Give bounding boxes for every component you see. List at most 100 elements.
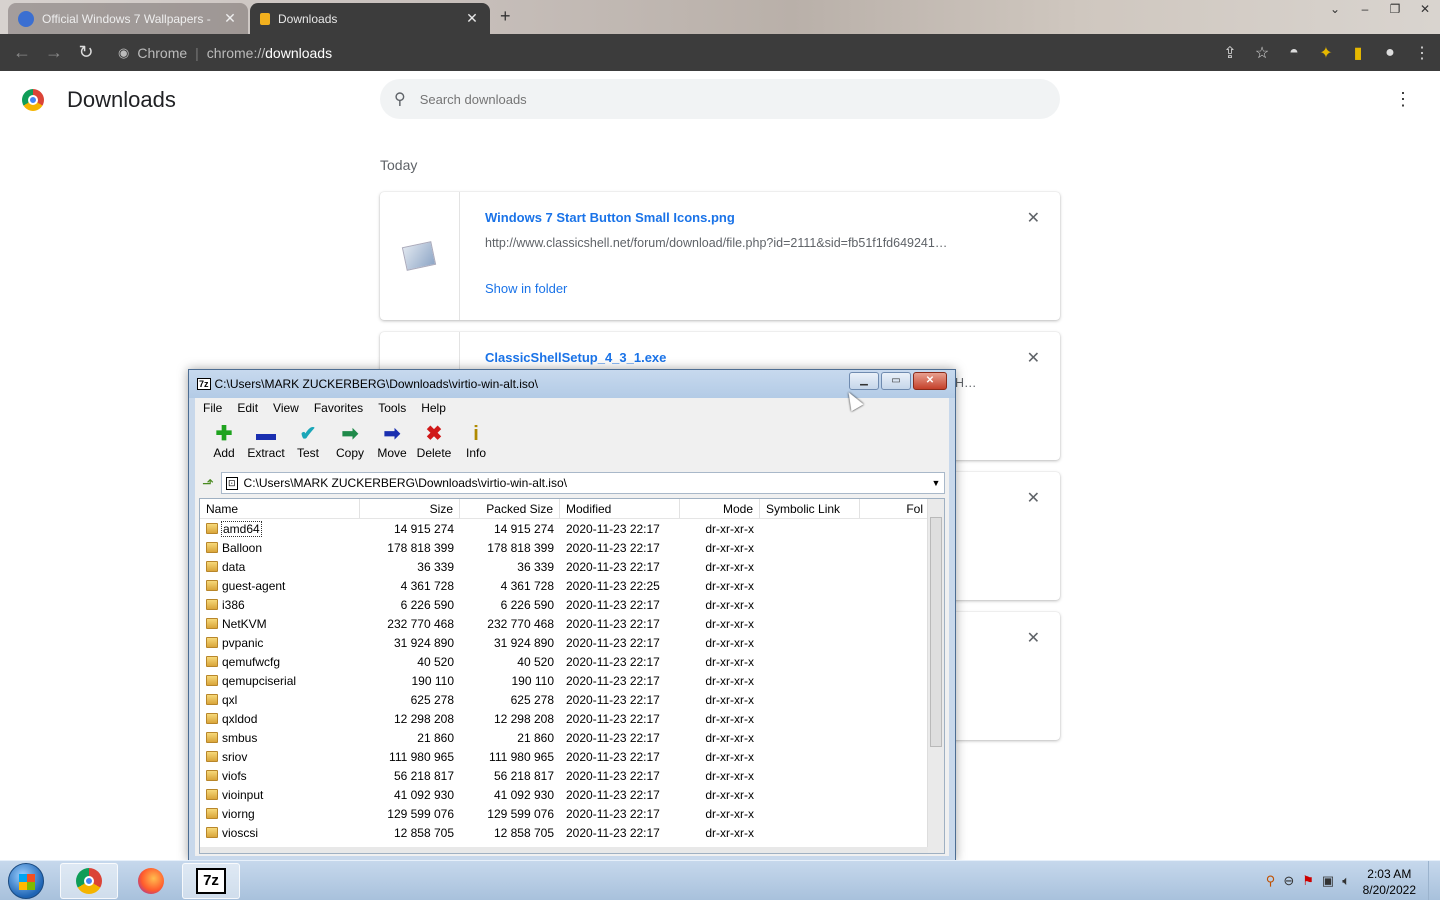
cell-size: 6 226 590 bbox=[400, 597, 454, 612]
new-tab-button[interactable]: + bbox=[500, 6, 511, 27]
search-box[interactable]: ⚲ bbox=[380, 79, 1060, 119]
maximize-button[interactable]: ▭ bbox=[881, 372, 911, 390]
forward-icon[interactable]: → bbox=[38, 42, 70, 63]
folder-icon bbox=[206, 542, 218, 553]
column-modified[interactable]: Modified bbox=[560, 499, 680, 518]
window-title-bar[interactable]: 7z C:\Users\MARK ZUCKERBERG\Downloads\vi… bbox=[189, 370, 955, 398]
file-url[interactable]: http://www.classicshell.net/forum/downlo… bbox=[485, 236, 947, 250]
table-row[interactable]: guest-agent 4 361 728 4 361 728 2020-11-23 … bbox=[200, 576, 944, 595]
volume-icon[interactable]: 🔈︎ bbox=[1342, 873, 1350, 889]
table-row[interactable]: qxldod 12 298 208 12 298 208 2020-11-23 22:… bbox=[200, 709, 944, 728]
info-button[interactable]: i Info bbox=[455, 422, 497, 460]
column-packed-size[interactable]: Packed Size bbox=[460, 499, 560, 518]
back-icon[interactable]: ← bbox=[6, 42, 38, 63]
address-bar[interactable]: ◉ Chrome | chrome://downloads bbox=[118, 39, 332, 67]
show-desktop-button[interactable] bbox=[1428, 861, 1440, 900]
table-row[interactable]: NetKVM 232 770 468 232 770 468 2020-11-23 2… bbox=[200, 614, 944, 633]
table-row[interactable]: qxl 625 278 625 278 2020-11-23 22:17 dr-xr-x… bbox=[200, 690, 944, 709]
path-bar: ⬏ ⊡ C:\Users\MARK ZUCKERBERG\Downloads\v… bbox=[195, 470, 949, 496]
avatar[interactable]: ● bbox=[1382, 44, 1398, 62]
reload-icon[interactable]: ↻ bbox=[70, 42, 102, 63]
taskbar-7zip[interactable]: 7z bbox=[182, 863, 240, 899]
tab-search-icon[interactable]: ⌄ bbox=[1320, 0, 1350, 20]
horizontal-scrollbar[interactable] bbox=[200, 847, 928, 853]
table-row[interactable]: data 36 339 36 339 2020-11-23 22:17 dr-xr-xr… bbox=[200, 557, 944, 576]
table-row[interactable]: qemufwcfg 40 520 40 520 2020-11-23 22:17 dr-… bbox=[200, 652, 944, 671]
bookmark-star-icon[interactable]: ☆ bbox=[1254, 43, 1270, 63]
remove-icon[interactable]: ✕ bbox=[1027, 208, 1040, 228]
remove-icon[interactable]: ✕ bbox=[1027, 488, 1040, 508]
table-row[interactable]: vioscsi 12 858 705 12 858 705 2020-11-23 22… bbox=[200, 823, 944, 842]
menu-kebab-icon[interactable]: ⋮ bbox=[1414, 43, 1430, 63]
side-panel-icon[interactable]: ▮ bbox=[1350, 43, 1366, 63]
add-button[interactable]: ✚ Add bbox=[203, 422, 245, 460]
column-folders[interactable]: Fol bbox=[860, 499, 930, 518]
search-tray-icon[interactable]: ⚲ bbox=[1266, 873, 1276, 889]
minimize-button[interactable]: ▁ bbox=[849, 372, 879, 390]
taskbar-firefox[interactable] bbox=[122, 863, 180, 899]
restore-button[interactable]: ❐ bbox=[1380, 0, 1410, 20]
remove-icon[interactable]: ✕ bbox=[1027, 628, 1040, 648]
share-icon[interactable]: ⇪ bbox=[1222, 43, 1238, 63]
cell-size: 12 298 208 bbox=[393, 711, 454, 726]
table-row[interactable]: sriov 111 980 965 111 980 965 2020-11-23 22… bbox=[200, 747, 944, 766]
up-folder-icon[interactable]: ⬏ bbox=[195, 472, 221, 494]
close-button[interactable]: ✕ bbox=[1410, 0, 1440, 20]
table-row[interactable]: amd64 14 915 274 14 915 274 2020-11-23 22:1… bbox=[200, 519, 944, 538]
menu-view[interactable]: View bbox=[273, 401, 299, 415]
column-name[interactable]: Name bbox=[200, 499, 360, 518]
menu-tools[interactable]: Tools bbox=[378, 401, 406, 415]
network-icon[interactable]: ▣ bbox=[1322, 873, 1334, 889]
file-name-link[interactable]: Windows 7 Start Button Small Icons.png bbox=[485, 210, 735, 225]
menu-edit[interactable]: Edit bbox=[237, 401, 258, 415]
start-button[interactable] bbox=[8, 863, 44, 899]
extensions-icon[interactable]: ✦ bbox=[1318, 43, 1334, 63]
table-row[interactable]: smbus 21 860 21 860 2020-11-23 22:17 dr-xr-x… bbox=[200, 728, 944, 747]
minimize-button[interactable]: – bbox=[1350, 0, 1380, 20]
cell-size: 129 599 076 bbox=[387, 806, 454, 821]
table-row[interactable]: Balloon 178 818 399 178 818 399 2020-11-23 … bbox=[200, 538, 944, 557]
table-row[interactable]: pvpanic 31 924 890 31 924 890 2020-11-23 22… bbox=[200, 633, 944, 652]
column-symbolic-link[interactable]: Symbolic Link bbox=[760, 499, 860, 518]
download-item: Windows 7 Start Button Small Icons.png h… bbox=[380, 192, 1060, 320]
search-input[interactable] bbox=[419, 91, 1020, 107]
extract-button[interactable]: ▬ Extract bbox=[245, 422, 287, 460]
column-size[interactable]: Size bbox=[360, 499, 460, 518]
more-actions-icon[interactable]: ⋮ bbox=[1394, 89, 1412, 110]
close-tab-icon[interactable]: ✕ bbox=[464, 10, 480, 27]
remove-icon[interactable]: ✕ bbox=[1027, 348, 1040, 368]
chevron-down-icon[interactable]: ▼ bbox=[928, 478, 944, 488]
table-row[interactable]: qemupciserial 190 110 190 110 2020-11-23 22… bbox=[200, 671, 944, 690]
profile-flag-icon[interactable]: ◓ bbox=[1286, 44, 1302, 62]
table-row[interactable]: viorng 129 599 076 129 599 076 2020-11-23 2… bbox=[200, 804, 944, 823]
close-tab-icon[interactable]: ✕ bbox=[222, 10, 238, 27]
vertical-scrollbar[interactable] bbox=[927, 499, 944, 853]
column-mode[interactable]: Mode bbox=[680, 499, 760, 518]
test-button[interactable]: ✔ Test bbox=[287, 422, 329, 460]
table-row[interactable]: viofs 56 218 817 56 218 817 2020-11-23 22:1… bbox=[200, 766, 944, 785]
show-in-folder-link[interactable]: Show in folder bbox=[485, 281, 567, 296]
minus-icon: ▬ bbox=[256, 423, 276, 445]
menu-file[interactable]: File bbox=[203, 401, 222, 415]
scroll-thumb[interactable] bbox=[930, 517, 942, 747]
table-row[interactable]: i386 6 226 590 6 226 590 2020-11-23 22:17 dr… bbox=[200, 595, 944, 614]
tab-wallpapers[interactable]: Official Windows 7 Wallpapers - ✕ bbox=[8, 3, 248, 34]
delete-button[interactable]: ✖ Delete bbox=[413, 422, 455, 460]
file-url[interactable]: H… bbox=[955, 376, 977, 390]
close-button[interactable]: ✕ bbox=[913, 372, 947, 390]
menu-help[interactable]: Help bbox=[421, 401, 446, 415]
cell-size: 41 092 930 bbox=[393, 787, 454, 802]
menu-favorites[interactable]: Favorites bbox=[314, 401, 363, 415]
table-row[interactable]: vioinput 41 092 930 41 092 930 2020-11-23 2… bbox=[200, 785, 944, 804]
cell-modified: 2020-11-23 22:25 bbox=[566, 578, 660, 593]
move-button[interactable]: ➡ Move bbox=[371, 422, 413, 460]
file-name-link[interactable]: ClassicShellSetup_4_3_1.exe bbox=[485, 350, 666, 365]
minus-circle-icon[interactable]: ⊖ bbox=[1283, 873, 1294, 889]
copy-button[interactable]: ➡ Copy bbox=[329, 422, 371, 460]
action-center-flag-icon[interactable]: ⚑ bbox=[1302, 873, 1314, 889]
path-combobox[interactable]: ⊡ C:\Users\MARK ZUCKERBERG\Downloads\vir… bbox=[221, 472, 945, 494]
clock[interactable]: 2:03 AM 8/20/2022 bbox=[1363, 866, 1416, 898]
downloads-header: Downloads ⚲ ⋮ bbox=[0, 71, 1440, 127]
taskbar-chrome[interactable] bbox=[60, 863, 118, 899]
tab-downloads[interactable]: Downloads ✕ bbox=[250, 3, 490, 34]
